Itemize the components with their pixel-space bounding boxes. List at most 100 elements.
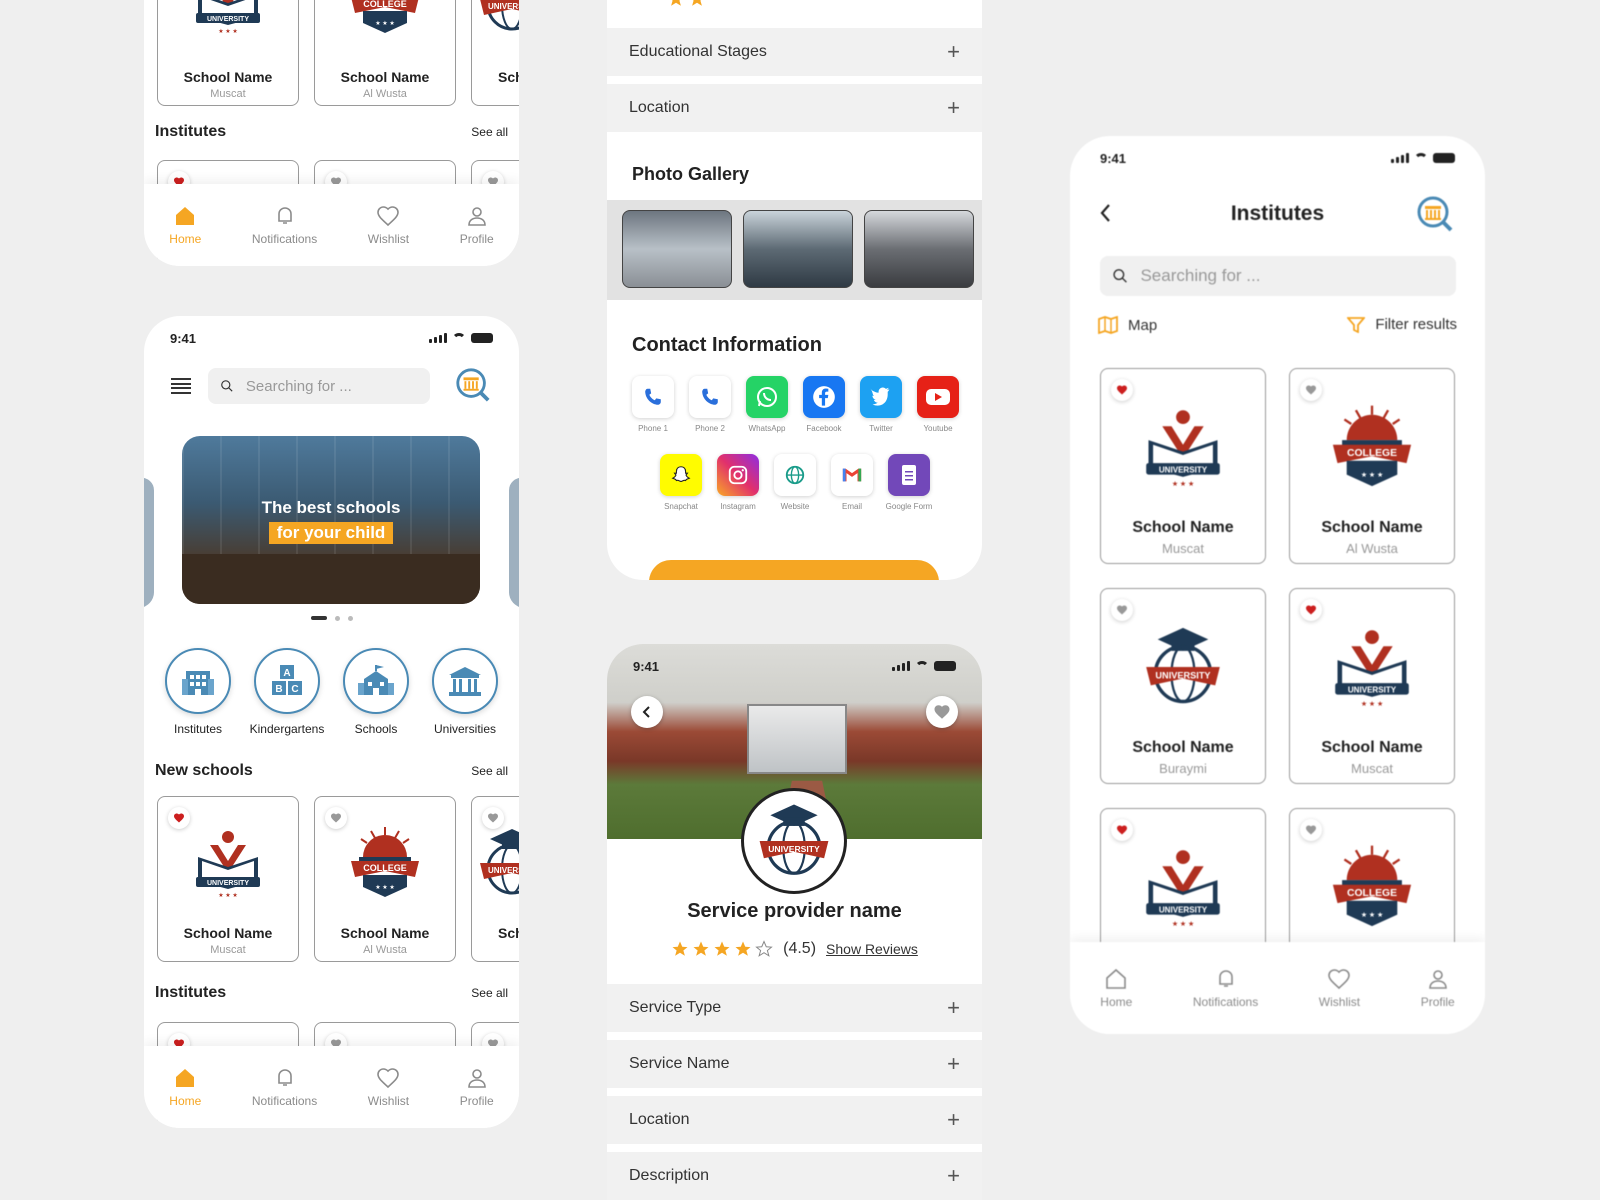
school-card[interactable]: Sch [471, 796, 519, 962]
institute-card[interactable]: School Name Muscat [1289, 588, 1455, 784]
institute-card[interactable]: School Name Muscat [1100, 368, 1266, 564]
contact-email[interactable]: Email [826, 454, 878, 511]
tab-wishlist[interactable]: Wishlist [368, 204, 409, 246]
see-all-link[interactable]: See all [471, 125, 508, 139]
school-name: School Name [340, 925, 430, 941]
tab-wishlist[interactable]: Wishlist [1319, 967, 1360, 1009]
category-institutes[interactable]: Institutes [153, 648, 243, 736]
status-time: 9:41 [1100, 150, 1127, 166]
accordion-label: Location [629, 1111, 690, 1128]
tab-notifications[interactable]: Notifications [1193, 967, 1258, 1009]
heart-icon[interactable] [168, 807, 190, 829]
tab-notifications[interactable]: Notifications [252, 204, 317, 246]
primary-action-button[interactable] [649, 560, 939, 580]
school-name: School Name [1132, 519, 1234, 536]
see-all-link[interactable]: See all [471, 764, 508, 778]
contact-facebook[interactable]: Facebook [798, 376, 850, 433]
accordion-location[interactable]: Location + [607, 84, 982, 132]
gallery-photo[interactable] [743, 210, 853, 288]
heart-icon[interactable] [1300, 379, 1322, 401]
rating-row-partial [667, 0, 706, 8]
school-card[interactable]: School Name Muscat [157, 796, 299, 962]
contact-instagram[interactable]: Instagram [712, 454, 764, 511]
tab-label: Home [169, 1094, 202, 1108]
signal-icon [429, 333, 447, 343]
accordion-label: Location [629, 99, 690, 116]
form-icon [902, 465, 916, 485]
contact-phone-1[interactable]: Phone 1 [627, 376, 679, 433]
contact-snapchat[interactable]: Snapchat [655, 454, 707, 511]
plus-icon: + [947, 995, 960, 1020]
tab-label: Notifications [251, 232, 318, 246]
menu-icon[interactable] [171, 378, 191, 394]
school-card[interactable]: School Name Al Wusta [314, 0, 456, 106]
tab-notifications[interactable]: Notifications [252, 1066, 317, 1108]
heart-icon[interactable] [1111, 379, 1133, 401]
college-logo [1326, 401, 1418, 493]
school-name: School Name [340, 69, 430, 85]
tab-home[interactable]: Home [1100, 967, 1132, 1009]
contact-twitter[interactable]: Twitter [855, 376, 907, 433]
heart-icon[interactable] [1111, 599, 1133, 621]
school-card[interactable]: School Name Muscat [157, 0, 299, 106]
star-full-icon [713, 940, 731, 958]
tab-home[interactable]: Home [169, 1066, 201, 1108]
tab-label: Profile [1420, 995, 1455, 1009]
photo-gallery [607, 200, 982, 300]
school-city: Al Wusta [1346, 541, 1398, 556]
tab-wishlist[interactable]: Wishlist [368, 1066, 409, 1108]
see-all-link[interactable]: See all [471, 986, 508, 1000]
back-button[interactable] [631, 696, 663, 728]
heart-icon[interactable] [1300, 599, 1322, 621]
school-city: Muscat [210, 88, 246, 100]
school-building-icon [358, 665, 394, 695]
brand-logo-icon[interactable] [454, 366, 492, 404]
globe-icon [785, 465, 805, 485]
map-toggle[interactable]: Map [1098, 316, 1157, 334]
brand-logo-icon[interactable] [1415, 194, 1455, 234]
search-field[interactable] [245, 377, 418, 395]
accordion-service-type[interactable]: Service Type + [607, 984, 982, 1032]
promo-banner[interactable]: The best schools for your child [182, 436, 480, 604]
contact-website[interactable]: Website [769, 454, 821, 511]
map-icon [1098, 316, 1118, 334]
category-kindergartens[interactable]: A B C Kindergartens [242, 648, 332, 736]
show-reviews-link[interactable]: Show Reviews [826, 941, 918, 957]
accordion-service-name[interactable]: Service Name + [607, 1040, 982, 1088]
search-field[interactable] [1140, 266, 1444, 286]
institute-card[interactable]: School Name Buraymi [1100, 588, 1266, 784]
accordion-description[interactable]: Description + [607, 1152, 982, 1200]
accordion-label: Service Name [629, 1055, 730, 1072]
tab-profile[interactable]: Profile [460, 1066, 494, 1108]
contact-phone-2[interactable]: Phone 2 [684, 376, 736, 433]
tab-profile[interactable]: Profile [1421, 967, 1455, 1009]
favorite-button[interactable] [926, 696, 958, 728]
signal-icon [892, 661, 910, 671]
contact-whatsapp[interactable]: WhatsApp [741, 376, 793, 433]
contact-youtube[interactable]: Youtube [912, 376, 964, 433]
accordion-educational-stages[interactable]: Educational Stages + [607, 28, 982, 76]
heart-icon[interactable] [1111, 819, 1133, 841]
school-card[interactable]: School Name Al Wusta [314, 796, 456, 962]
banner-prev-peek [144, 476, 154, 610]
search-input[interactable] [1100, 256, 1456, 296]
accordion-location[interactable]: Location + [607, 1096, 982, 1144]
category-schools[interactable]: Schools [331, 648, 421, 736]
heart-icon[interactable] [1300, 819, 1322, 841]
search-input[interactable] [208, 368, 430, 404]
accordion-label: Educational Stages [629, 43, 767, 60]
details-screen-top: Educational Stages + Location + Photo Ga… [607, 0, 982, 580]
school-name: School Name [1321, 519, 1423, 536]
category-universities[interactable]: Universities [420, 648, 510, 736]
contact-google-form[interactable]: Google Form [883, 454, 935, 511]
school-card[interactable]: Sch [471, 0, 519, 106]
gallery-photo[interactable] [622, 210, 732, 288]
tab-profile[interactable]: Profile [460, 204, 494, 246]
signal-icon [1391, 153, 1409, 163]
gallery-photo[interactable] [864, 210, 974, 288]
filter-results-button[interactable]: Filter results [1347, 316, 1457, 333]
heart-icon[interactable] [325, 807, 347, 829]
tab-home[interactable]: Home [169, 204, 201, 246]
institute-card[interactable]: School Name Al Wusta [1289, 368, 1455, 564]
school-name: Sch [498, 69, 519, 85]
